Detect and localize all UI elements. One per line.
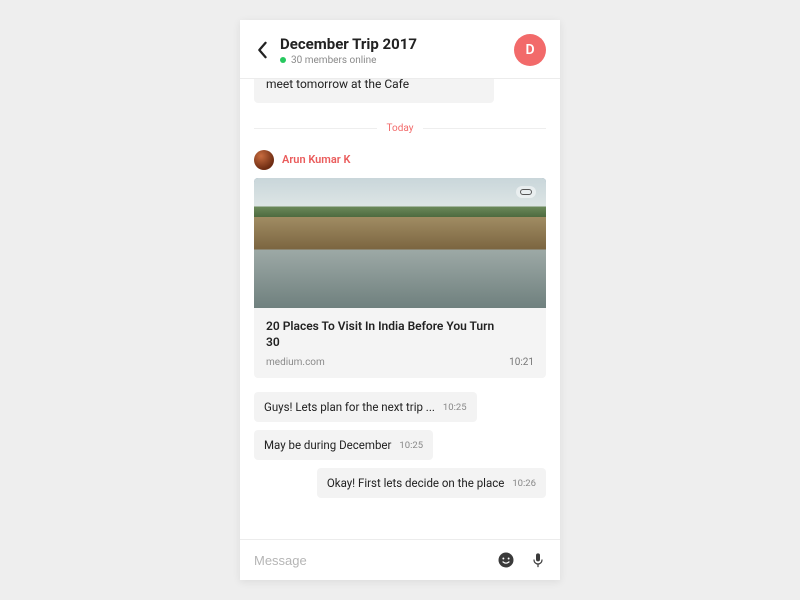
chat-subtitle: 30 members online <box>280 55 514 66</box>
members-online: 30 members online <box>291 55 376 66</box>
message-list[interactable]: Thanks for coming guys... Let's meet tom… <box>240 79 560 539</box>
sticker-button[interactable] <box>496 550 516 570</box>
smiley-icon <box>497 551 515 569</box>
separator-line-right <box>423 128 546 129</box>
back-button[interactable] <box>248 36 276 64</box>
link-preview-body: 20 Places To Visit In India Before You T… <box>254 308 546 379</box>
chat-title: December Trip 2017 <box>280 35 514 53</box>
chat-header: December Trip 2017 30 members online D <box>240 20 560 79</box>
link-preview-title: 20 Places To Visit In India Before You T… <box>266 318 496 352</box>
message-time: 10:25 <box>443 402 467 413</box>
previous-message-text: meet tomorrow at the Cafe <box>266 79 409 91</box>
message-row: Okay! First lets decide on the place 10:… <box>254 468 546 498</box>
sender-avatar <box>254 150 274 170</box>
chevron-left-icon <box>256 41 268 59</box>
message-composer <box>240 539 560 580</box>
profile-avatar[interactable]: D <box>514 34 546 66</box>
message-bubble[interactable]: Guys! Lets plan for the next trip ... 10… <box>254 392 477 422</box>
message-bubble[interactable]: May be during December 10:25 <box>254 430 433 460</box>
message-time: 10:26 <box>512 478 536 489</box>
separator-line-left <box>254 128 377 129</box>
separator-label: Today <box>377 123 424 134</box>
chat-title-block[interactable]: December Trip 2017 30 members online <box>280 35 514 66</box>
link-preview-image <box>254 178 546 308</box>
message-row: May be during December 10:25 <box>254 430 546 460</box>
message-text: Okay! First lets decide on the place <box>327 476 505 490</box>
link-preview-card[interactable]: 20 Places To Visit In India Before You T… <box>254 178 546 379</box>
chat-screen: December Trip 2017 30 members online D T… <box>240 20 560 580</box>
sender-name: Arun Kumar K <box>282 153 350 166</box>
message-bubble-own[interactable]: Okay! First lets decide on the place 10:… <box>317 468 546 498</box>
previous-message-bubble[interactable]: Thanks for coming guys... Let's meet tom… <box>254 79 494 103</box>
message-text: May be during December <box>264 438 391 452</box>
sender-header[interactable]: Arun Kumar K <box>254 150 546 170</box>
link-icon <box>516 186 536 198</box>
message-row: Guys! Lets plan for the next trip ... 10… <box>254 392 546 422</box>
message-input[interactable] <box>254 553 496 568</box>
message-text: Guys! Lets plan for the next trip ... <box>264 400 435 414</box>
microphone-icon <box>530 550 546 570</box>
message-time: 10:25 <box>399 440 423 451</box>
date-separator: Today <box>254 123 546 134</box>
online-indicator-icon <box>280 57 286 63</box>
voice-button[interactable] <box>530 550 546 570</box>
link-preview-time: 10:21 <box>509 357 534 368</box>
link-preview-source: medium.com <box>266 357 534 368</box>
